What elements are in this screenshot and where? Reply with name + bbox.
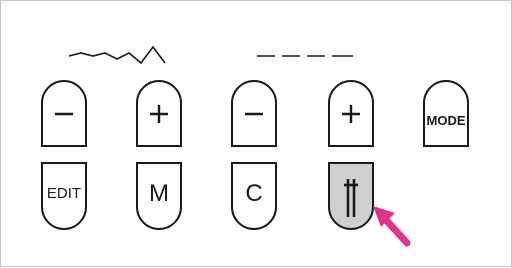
control-panel: MODE EDIT M C xyxy=(0,0,512,267)
button-panel-diagram: MODE EDIT M C xyxy=(41,45,469,247)
mode-button-label: MODE xyxy=(427,113,466,128)
memory-button[interactable]: M xyxy=(136,162,182,230)
wave-pattern-icon xyxy=(68,45,166,65)
edit-button[interactable]: EDIT xyxy=(41,162,87,230)
stitch-length-plus-button[interactable] xyxy=(328,80,374,147)
pointer-arrow-icon xyxy=(373,206,411,247)
mode-button[interactable]: MODE xyxy=(423,80,469,147)
twin-needle-button[interactable] xyxy=(328,162,374,230)
stitch-width-minus-button[interactable] xyxy=(41,80,87,147)
memory-button-label: M xyxy=(149,180,169,207)
stitch-length-minus-button[interactable] xyxy=(231,80,277,147)
stitch-width-plus-button[interactable] xyxy=(136,80,182,147)
clear-button[interactable]: C xyxy=(231,162,277,230)
clear-button-label: C xyxy=(245,180,262,207)
edit-button-label: EDIT xyxy=(47,185,81,202)
